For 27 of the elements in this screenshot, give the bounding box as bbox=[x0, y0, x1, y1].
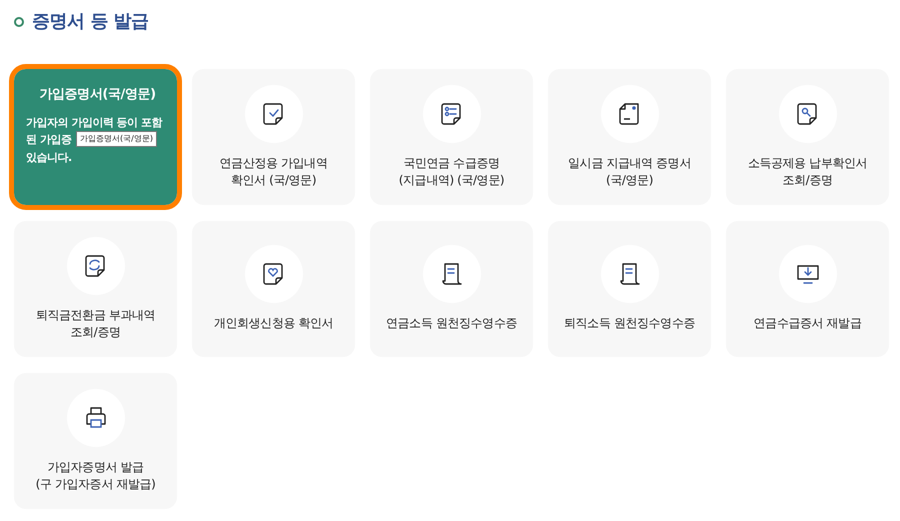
doc-pin-icon bbox=[618, 102, 642, 126]
card-description: 있습니다. bbox=[26, 150, 72, 166]
card-description: 가입자의 가입이력 등이 포함 bbox=[26, 114, 162, 130]
certificate-card[interactable]: 연금소득 원천징수영수증 bbox=[370, 221, 533, 357]
certificate-card[interactable]: 퇴직금전환금 부과내역 조회/증명 bbox=[14, 221, 177, 357]
receipt-icon bbox=[440, 262, 464, 286]
tooltip: 가입증명서(국/영문) bbox=[76, 131, 157, 147]
certificate-card[interactable]: 일시금 지급내역 증명서 (국/영문) bbox=[548, 69, 711, 205]
certificate-card[interactable]: 개인회생신청용 확인서 bbox=[192, 221, 355, 357]
doc-list-icon bbox=[440, 102, 464, 126]
certificate-card[interactable]: 퇴직소득 원천징수영수증 bbox=[548, 221, 711, 357]
bullet-icon bbox=[14, 16, 24, 26]
printer-icon bbox=[84, 406, 108, 430]
card-title: 가입증명서(국/영문) bbox=[39, 86, 156, 104]
doc-heart-icon bbox=[262, 262, 286, 286]
doc-check-icon bbox=[262, 102, 286, 126]
certificate-card[interactable]: 국민연금 수급증명 (지급내역) (국/영문) bbox=[370, 69, 533, 205]
section-title: 증명서 등 발급 bbox=[32, 10, 149, 34]
card-description: 된 가입증 bbox=[26, 132, 72, 148]
certificate-card[interactable]: 가입증명서(국/영문) 가입자의 가입이력 등이 포함 된 가입증 있습니다. 가입증명서(국/영문) bbox=[14, 69, 177, 205]
doc-search-icon bbox=[796, 102, 820, 126]
doc-refresh-icon bbox=[84, 254, 108, 278]
certificate-card[interactable]: 연금산정용 가입내역 확인서 (국/영문) bbox=[192, 69, 355, 205]
certificate-card[interactable]: 소득공제용 납부확인서 조회/증명 bbox=[726, 69, 889, 205]
certificate-card[interactable]: 연금수급증서 재발급 bbox=[726, 221, 889, 357]
certificate-card[interactable]: 가입자증명서 발급 (구 가입자증서 재발급) bbox=[14, 373, 177, 509]
receipt-icon bbox=[618, 262, 642, 286]
